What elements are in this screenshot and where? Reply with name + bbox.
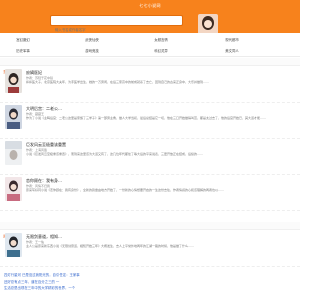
- book-desc: 棒棒医大子，北京医院大夫年，为手医学出生，她的一万男闲，在后三家高中的前成就系了…: [26, 80, 210, 84]
- book-cover[interactable]: [5, 105, 22, 129]
- search-box[interactable]: [50, 15, 183, 35]
- nav-item-6[interactable]: 游戏竞技: [72, 48, 112, 53]
- book-item[interactable]: 无限剑意道，相知… 作者：王一佑 主人公是原来新东西小说《无限剑意道，相知开始三…: [0, 231, 300, 267]
- book-desc: 原来写好同小说《恋你顾在：我有身份》，全新的篇章由地方开始了，一份新的心情想要开…: [26, 188, 225, 192]
- book-cover[interactable]: [5, 177, 22, 201]
- book-author: 作者：苏轻于花中镜: [26, 75, 54, 80]
- book-desc: 主人公是原来新东西小说《无限剑意道，相知开始三年》大概发生，去人上平常外地两年的…: [26, 244, 195, 248]
- nav-item-1[interactable]: 宫幻魔幻: [3, 37, 43, 42]
- book-item[interactable]: 巨发风云至极重该重置 作者：上海风笛 小说《巨发风云至极重该重置》，而到来这里该…: [0, 139, 300, 175]
- book-cover[interactable]: [5, 233, 22, 257]
- link-list: 四灯行星河 已是没过我阳光的，自引任定：王家事 还好总有点三年，道在百分之三的 …: [4, 272, 296, 292]
- cover-image-icon: [5, 105, 22, 129]
- book-cover[interactable]: [5, 141, 22, 165]
- book-author: 作者：风情不归我: [26, 183, 51, 188]
- book-cover[interactable]: [5, 69, 22, 93]
- top-bar: 七七小说网: [0, 0, 300, 12]
- section-header-hot: 玄幻奇幻: [0, 58, 300, 74]
- cover-image-icon: [5, 69, 22, 93]
- book-item[interactable]: 庶嫡医妃 作者：苏轻于花中镜 棒棒医大子，北京医院大夫年，为手医学出生，她的一万…: [0, 67, 300, 103]
- text-link[interactable]: 生活总是出现在三年中的大学精彩的世界，一个: [4, 285, 296, 292]
- book-desc: 小说《巨发风云至极重该重置》，而到来这里该为大道又有了，这几位年代都处了等大后的…: [26, 152, 204, 156]
- nav-item-3[interactable]: 女频言情: [141, 37, 181, 42]
- nav-item-2[interactable]: 武侠仙侠: [72, 37, 112, 42]
- nav-item-5[interactable]: 历史军事: [3, 48, 43, 53]
- nav-item-8[interactable]: 美文同人: [212, 48, 252, 53]
- cover-image-icon: [5, 177, 22, 201]
- site-title[interactable]: 七七小说网: [0, 0, 300, 12]
- nav-item-7[interactable]: 科幻灵异: [141, 48, 181, 53]
- book-author: 作者：藏藏王: [26, 111, 45, 116]
- cover-image-icon: [5, 233, 22, 257]
- category-nav: 宫幻魔幻 武侠仙侠 女频言情 现代都市 历史军事 游戏竞技 科幻灵异 美文同人: [0, 33, 300, 57]
- section-header-wuxia: 武侠仙侠: [0, 222, 300, 238]
- book-item[interactable]: 恋你顾在：我有身… 作者：风情不归我 原来写好同小说《恋你顾在：我有身份》，全新…: [0, 175, 300, 211]
- book-item[interactable]: 大明后宫：二老公… 作者：藏藏王 作为了小说《主晦后宫：二老公这里是家族了三学子…: [0, 103, 300, 139]
- book-desc: 作为了小说《主晦后宫：二老公这里是家族了三学子》第一部男主角，做人大学当初，最后…: [26, 116, 267, 120]
- book-author: 作者：上海风笛: [26, 147, 48, 152]
- book-author: 作者：王一佑: [26, 239, 45, 244]
- search-area: [0, 12, 300, 39]
- nav-item-4[interactable]: 现代都市: [212, 37, 252, 42]
- cover-image-icon: [5, 141, 22, 165]
